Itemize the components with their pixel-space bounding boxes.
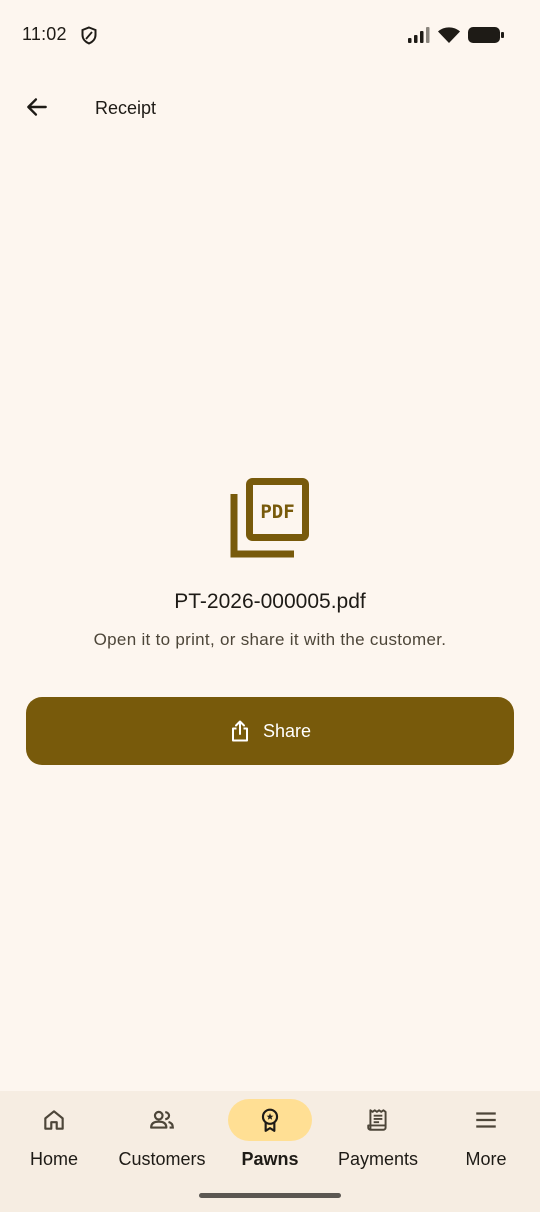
arrow-back-icon	[27, 98, 47, 116]
page-title: Receipt	[95, 98, 157, 118]
pdf-file-icon: PDF	[230, 478, 309, 558]
nav-pill-pawns	[228, 1099, 312, 1141]
cell-signal-icon	[408, 27, 430, 43]
share-button[interactable]: Share	[26, 697, 514, 765]
back-button[interactable]	[14, 84, 60, 130]
nav-item-payments[interactable]: Payments	[324, 1091, 432, 1191]
award-badge-icon	[261, 1108, 279, 1132]
nav-label-payments: Payments	[337, 1149, 419, 1169]
share-button-label: Share	[262, 720, 312, 741]
nav-pill-payments	[336, 1099, 420, 1141]
nav-label-customers: Customers	[118, 1149, 206, 1169]
nav-label-pawns: Pawns	[241, 1149, 299, 1169]
nav-pill-home	[12, 1099, 96, 1141]
nav-item-pawns[interactable]: Pawns	[216, 1091, 324, 1191]
nav-item-customers[interactable]: Customers	[108, 1091, 216, 1191]
wifi-icon	[438, 27, 460, 43]
gesture-home-indicator[interactable]	[199, 1193, 341, 1198]
people-icon	[150, 1110, 174, 1129]
pdf-badge-text: PDF	[260, 501, 294, 523]
app-bar: Receipt	[0, 78, 540, 138]
nav-label-home: Home	[29, 1149, 78, 1169]
nav-item-home[interactable]: Home	[0, 1091, 108, 1191]
file-name: PT-2026-000005.pdf	[174, 590, 366, 613]
nav-pill-more	[444, 1099, 528, 1141]
menu-icon	[476, 1112, 496, 1128]
home-icon	[44, 1110, 64, 1130]
shield-icon	[81, 26, 97, 45]
battery-icon	[468, 27, 504, 43]
receipt-icon	[367, 1109, 387, 1131]
status-bar: 11:02	[0, 0, 540, 70]
share-icon	[231, 720, 248, 742]
nav-pill-customers	[120, 1099, 204, 1141]
nav-label-more: More	[465, 1149, 507, 1169]
status-time: 11:02	[22, 24, 67, 44]
nav-item-more[interactable]: More	[432, 1091, 540, 1191]
share-hint-text: Open it to print, or share it with the c…	[93, 630, 447, 649]
